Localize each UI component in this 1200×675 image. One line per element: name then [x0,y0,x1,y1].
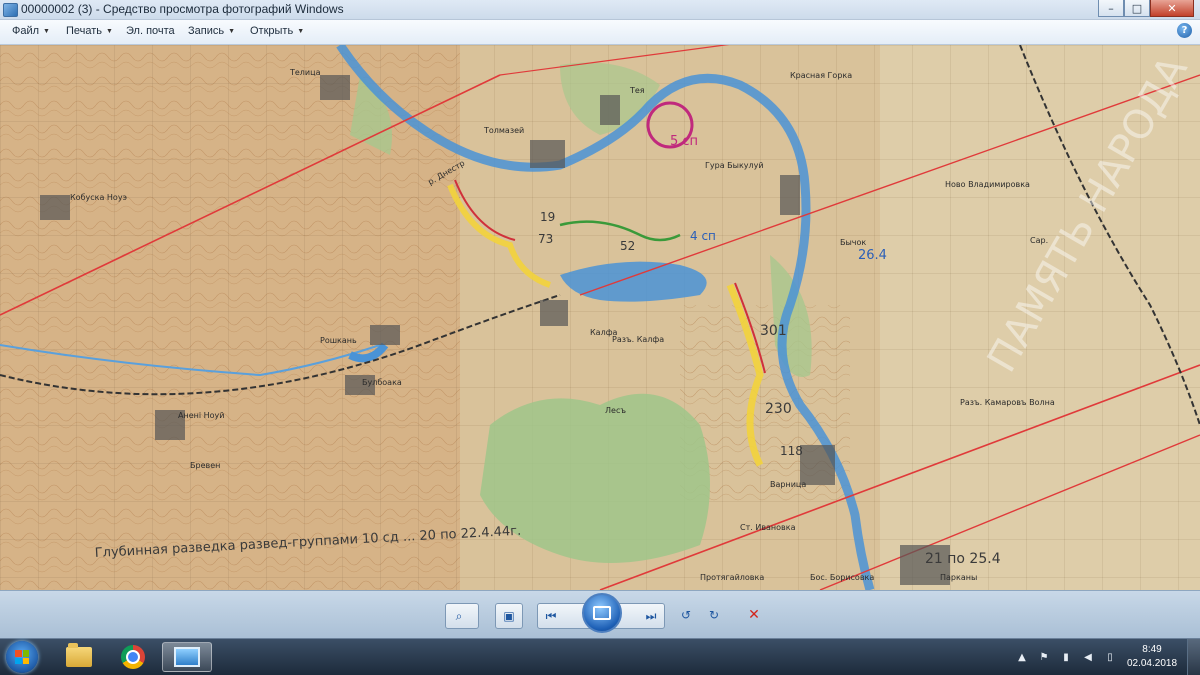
map-label: Толмазей [483,126,524,135]
next-icon[interactable]: ⏭ [638,605,664,627]
show-desktop-button[interactable] [1187,639,1200,675]
annotation: 73 [538,232,553,246]
title-bar: 00000002 (3) - Средство просмотра фотогр… [0,0,1200,20]
taskbar-photo-viewer[interactable] [162,642,212,672]
image-view[interactable]: Телица Толмазей Тея Красная Горка Гура Б… [0,45,1200,590]
viewer-toolbar: ⌕ ▣ ⏮ ⏭ ↺ ↻ ✕ [0,590,1200,639]
prev-icon[interactable]: ⏮ [538,605,564,627]
town-block [540,300,568,326]
town-block [320,75,350,100]
town-block [370,325,400,345]
photo-viewer-app-icon [3,3,18,17]
rotate-ccw-icon[interactable]: ↺ [673,604,699,626]
chrome-icon [121,645,145,669]
fit-group: ▣ [495,603,523,629]
clock-time: 8:49 [1142,644,1162,655]
start-button[interactable] [6,641,38,673]
menu-print-label: Печать [66,25,103,37]
volume-icon[interactable]: ◀ [1080,649,1096,665]
map-label: Ст. Ивановка [740,523,796,532]
rotate-cw-icon[interactable]: ↻ [701,604,727,626]
menu-email[interactable]: Эл. почта [126,25,175,37]
map-label: Тея [629,86,645,95]
map-label: Телица [289,68,321,77]
dropdown-arrow-icon: ▼ [106,27,113,35]
network-icon[interactable]: ▮ [1058,649,1074,665]
dropdown-arrow-icon: ▼ [43,27,50,35]
annotation: 4 сп [690,229,716,243]
map-label: Парканы [940,573,977,582]
delete-icon[interactable]: ✕ [741,604,767,626]
help-icon[interactable]: ? [1177,23,1192,38]
photo-viewer-icon [174,647,200,667]
map-label: Варница [770,480,806,489]
map-label: Разъ. Камаровъ Волна [960,398,1055,407]
fit-icon[interactable]: ▣ [496,605,522,627]
map-label: Лесъ [605,406,626,415]
annotation: 230 [765,401,792,417]
map-label: Аненi Ноуй [178,411,224,420]
annotation: 52 [620,239,635,253]
map-label: Бревен [190,461,220,470]
town-block [780,175,800,215]
town-block [530,140,565,168]
menu-open[interactable]: Открыть ▼ [250,25,304,37]
menu-print[interactable]: Печать ▼ [66,25,113,37]
clock[interactable]: 8:49 02.04.2018 [1121,643,1183,671]
minimize-button[interactable]: – [1098,0,1124,17]
map-label: Гура Быкулуй [705,161,764,170]
map-label: Рошкань [320,336,357,345]
window-title: 00000002 (3) - Средство просмотра фотогр… [21,2,344,16]
taskbar-chrome[interactable] [108,642,158,672]
explorer-icon [66,643,92,667]
menu-file[interactable]: Файл ▼ [12,25,50,37]
zoom-group: ⌕ [445,603,479,629]
town-block [800,445,835,485]
action-center-icon[interactable]: ⚑ [1036,649,1052,665]
close-button[interactable]: ✕ [1150,0,1194,17]
clock-date: 02.04.2018 [1126,658,1178,669]
menu-email-label: Эл. почта [126,25,175,37]
annotation: 5 сп [670,134,698,149]
menu-burn[interactable]: Запись ▼ [188,25,235,37]
annotation: 301 [760,323,787,339]
map-image: Телица Толмазей Тея Красная Горка Гура Б… [0,45,1200,590]
dropdown-arrow-icon: ▼ [228,27,236,35]
power-icon[interactable]: ▯ [1102,649,1118,665]
map-label: Бычок [840,238,866,247]
town-block [40,195,70,220]
system-tray: ▲ ⚑ ▮ ◀ ▯ 8:49 02.04.2018 [1011,639,1200,675]
map-label: Ново Владимировка [945,180,1030,189]
map-label: Булбоака [362,378,402,387]
slideshow-icon[interactable] [582,593,622,633]
menu-bar: Файл ▼ Печать ▼ Эл. почта Запись ▼ Открыть ▼… [0,20,1200,45]
dropdown-arrow-icon: ▼ [297,27,305,35]
taskbar: ▲ ⚑ ▮ ◀ ▯ 8:49 02.04.2018 [0,638,1200,675]
taskbar-explorer[interactable] [54,642,104,672]
map-label: Разъ. Калфа [612,335,664,344]
menu-file-label: Файл [12,25,40,37]
annotation: 21 по 25.4 [925,551,1001,567]
annotation: 118 [780,444,803,458]
map-label: Протягайловка [700,573,764,582]
tray-expand-icon[interactable]: ▲ [1014,649,1030,665]
menu-open-label: Открыть [250,25,294,37]
annotation: 19 [540,210,555,224]
menu-burn-label: Запись [188,25,225,37]
town-block [600,95,620,125]
maximize-button[interactable]: □ [1124,0,1150,17]
map-label: Бос. Борисовка [810,573,874,582]
map-label: Кобуска Ноуэ [70,193,127,202]
map-label: Красная Горка [790,71,852,80]
windows-logo-icon [15,650,29,664]
magnifier-icon[interactable]: ⌕ [446,605,472,627]
annotation: 26.4 [858,248,887,263]
window-controls: – □ ✕ [1098,0,1194,18]
